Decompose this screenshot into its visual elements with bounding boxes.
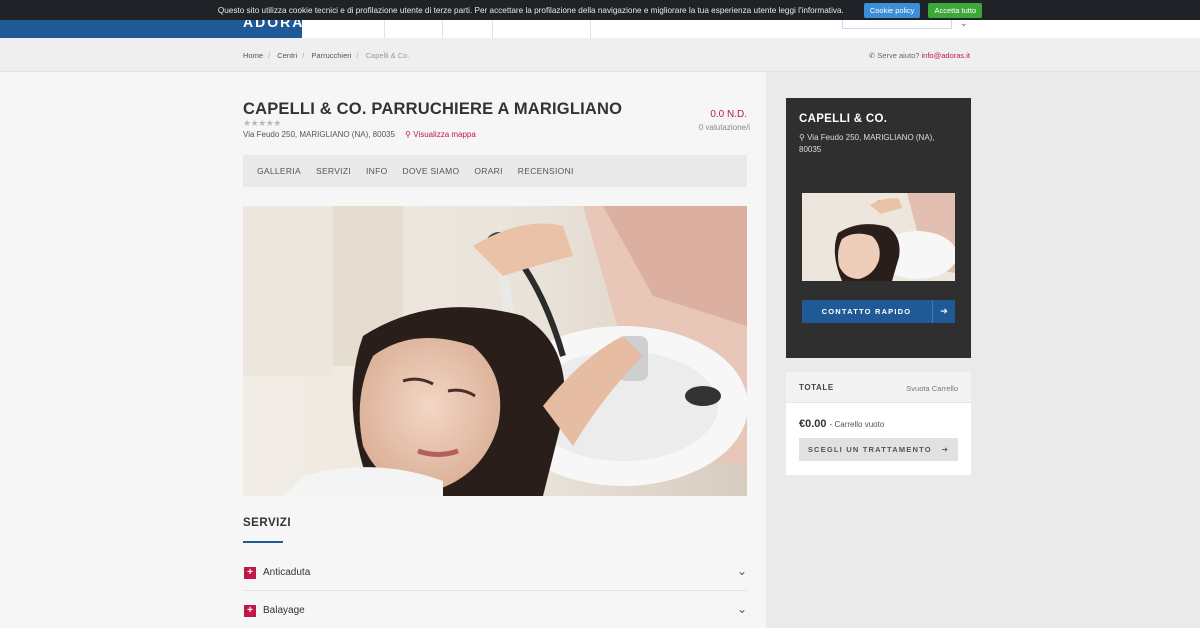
map-pin-icon: ⚲ — [405, 130, 412, 139]
chevron-down-icon[interactable]: ⌄ — [737, 564, 747, 578]
services-heading: SERVIZI — [243, 517, 292, 529]
tab-recensioni[interactable]: RECENSIONI — [518, 166, 574, 176]
rating-score: 0.0 N.D. — [710, 109, 747, 120]
breadcrumb-parrucchieri[interactable]: Parrucchieri — [311, 51, 351, 60]
chevron-down-icon[interactable]: ⌄ — [737, 602, 747, 616]
view-map-link[interactable]: ⚲ Visualizza mappa — [405, 130, 476, 139]
service-name: Anticaduta — [263, 567, 311, 578]
site-header: ADORAS ⌄ — [0, 18, 1200, 38]
plus-icon: + — [244, 567, 256, 579]
service-name: Balayage — [263, 605, 305, 616]
quick-contact-button[interactable]: CONTATTO RAPIDO ➔ — [802, 300, 955, 323]
tab-galleria[interactable]: GALLERIA — [257, 166, 301, 176]
help-contact: ✆ Serve aiuto? info@adoras.it — [868, 51, 970, 60]
heading-underline — [243, 541, 283, 543]
tab-dove-siamo[interactable]: DOVE SIAMO — [403, 166, 460, 176]
section-tabs: GALLERIA SERVIZI INFO DOVE SIAMO ORARI R… — [243, 155, 747, 187]
logo[interactable]: ADORAS — [0, 20, 302, 38]
plus-icon: + — [244, 605, 256, 617]
cart-price: €0.00 - Carrello vuoto — [799, 418, 885, 430]
rating-count: 0 valutazione/i — [698, 123, 750, 132]
card-title: CAPELLI & CO. — [799, 113, 888, 125]
cookie-policy-button[interactable]: Cookie policy — [863, 2, 921, 18]
choose-treatment-button[interactable]: SCEGLI UN TRATTAMENTO ➔ — [799, 438, 958, 461]
card-address: ⚲ Via Feudo 250, MARIGLIANO (NA), 80035 — [799, 133, 935, 154]
breadcrumb-home[interactable]: Home — [243, 51, 263, 60]
page-title: CAPELLI & CO. PARRUCHIERE A MARIGLIANO — [243, 100, 623, 118]
accept-cookies-button[interactable]: Accetta tutto — [928, 2, 983, 18]
arrow-right-icon: ➔ — [935, 445, 950, 454]
service-item-anticaduta[interactable]: + Anticaduta ⌄ — [243, 553, 747, 591]
breadcrumb-bar: Home / Centri / Parrucchieri / Capelli & Co… — [0, 38, 1200, 72]
map-pin-icon: ⚲ — [799, 133, 805, 142]
cart-total-label: TOTALE — [799, 383, 834, 392]
search-input[interactable] — [842, 20, 952, 29]
card-thumbnail — [802, 193, 955, 281]
salon-summary-card: CAPELLI & CO. ⚲ Via Feudo 250, MARIGLIAN… — [786, 98, 971, 358]
tab-info[interactable]: INFO — [366, 166, 388, 176]
cart-widget: TOTALE Svuota Carrello €0.00 - Carrello … — [786, 372, 971, 475]
service-item-balayage[interactable]: + Balayage ⌄ — [243, 591, 747, 628]
empty-cart-link[interactable]: Svuota Carrello — [906, 384, 958, 393]
rating-stars: ★★★★★ — [243, 118, 281, 128]
arrow-right-icon: ➔ — [932, 300, 955, 323]
help-email-link[interactable]: info@adoras.it — [922, 51, 970, 60]
salon-hero-image[interactable] — [243, 206, 747, 496]
tab-orari[interactable]: ORARI — [474, 166, 502, 176]
cookie-text: Questo sito utilizza cookie tecnici e di… — [217, 5, 844, 15]
salon-address: Via Feudo 250, MARIGLIANO (NA), 80035 ⚲ … — [243, 130, 476, 139]
breadcrumb-centri[interactable]: Centri — [277, 51, 297, 60]
breadcrumb-current: Capelli & Co. — [365, 51, 410, 60]
phone-icon: ✆ — [868, 51, 876, 60]
cookie-banner: Questo sito utilizza cookie tecnici e di… — [0, 0, 1200, 20]
cart-header: TOTALE Svuota Carrello — [786, 372, 971, 403]
breadcrumb: Home / Centri / Parrucchieri / Capelli & Co… — [243, 51, 410, 60]
tab-servizi[interactable]: SERVIZI — [316, 166, 351, 176]
